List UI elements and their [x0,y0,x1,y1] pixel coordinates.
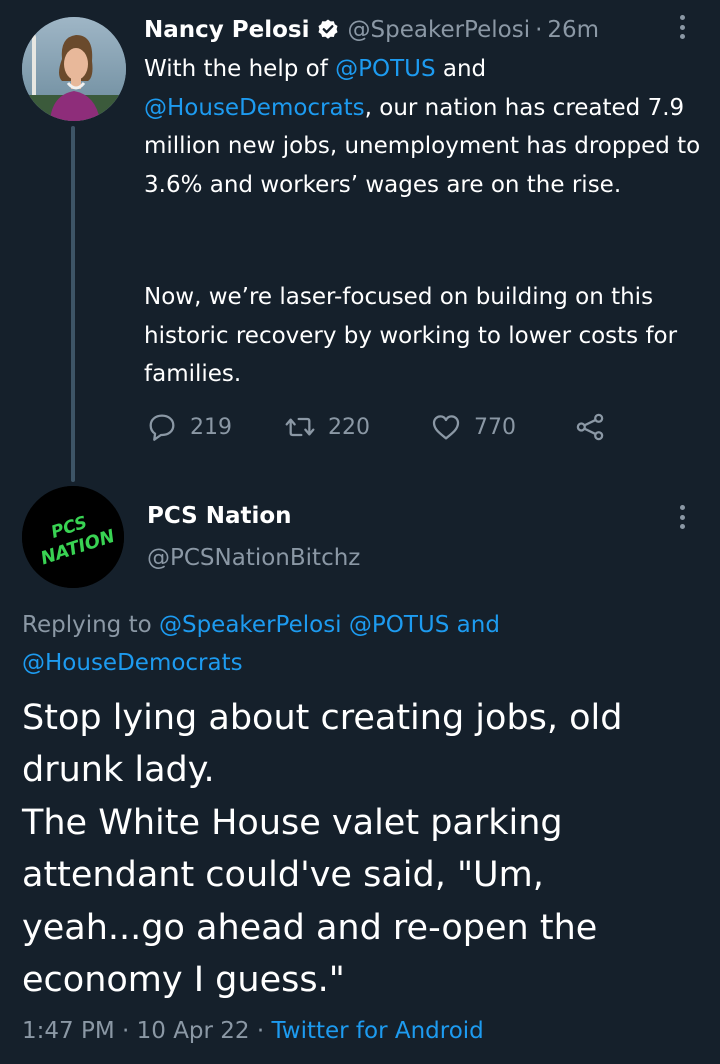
mention-link-speakerpelosi[interactable]: @SpeakerPelosi [159,612,342,638]
tweet-actions-bar: 219 220 770 [146,408,616,446]
replying-to-and: and [449,612,500,638]
thread-connector-line [71,126,75,482]
tweet-timestamp[interactable]: 26m [547,17,599,43]
reply-text-line: Stop lying about creating jobs, old drun… [22,698,623,791]
author-name[interactable]: Nancy Pelosi [144,17,310,43]
reply-author-handle[interactable]: @PCSNationBitchz [147,541,360,575]
spacer-text [342,612,349,638]
comment-icon [149,414,175,441]
heart-icon [432,415,460,440]
replying-to-line: Replying to @SpeakerPelosi @POTUS and @H… [22,606,702,682]
retweet-count: 220 [328,414,370,440]
replying-to-label: Replying to [22,612,159,638]
like-button[interactable]: 770 [430,408,516,446]
reply-count: 219 [190,414,232,440]
share-icon [576,413,604,441]
reply-button[interactable]: 219 [146,408,232,446]
reply-tweet-text: Stop lying about creating jobs, old drun… [22,692,702,1006]
reply-author-avatar[interactable]: PCS NATION [22,486,124,588]
tweet-header: Nancy Pelosi @SpeakerPelosi · 26m [144,14,599,46]
tweet-date[interactable]: 10 Apr 22 [137,1018,250,1044]
avatar-logo-image: PCS NATION [22,486,124,588]
tweet-text: Now, we’re laser-focused on building on … [144,284,678,387]
mention-link-potus[interactable]: @POTUS [335,56,435,82]
tweet-time[interactable]: 1:47 PM [22,1018,115,1044]
retweet-icon [285,417,315,437]
avatar-image [22,17,126,121]
share-button[interactable] [574,408,606,446]
tweet-source-link[interactable]: Twitter for Android [272,1018,484,1044]
separator-dot: · [114,1018,137,1044]
tweet-text: and [435,56,487,82]
mention-link-housedemocrats[interactable]: @HouseDemocrats [144,95,365,121]
more-vertical-icon[interactable] [679,15,685,39]
tweet-text-paragraph: With the help of @POTUS and @HouseDemocr… [144,50,704,204]
reply-text-line: The White House valet parking attendant … [22,802,598,1001]
like-count: 770 [474,414,516,440]
separator-dot: · [249,1018,272,1044]
tweet-text-paragraph: Now, we’re laser-focused on building on … [144,278,704,394]
mention-link-housedemocrats[interactable]: @HouseDemocrats [22,650,243,676]
separator-dot: · [535,17,543,43]
more-vertical-icon[interactable] [679,505,685,529]
verified-badge-icon [318,19,337,39]
mention-link-potus[interactable]: @POTUS [349,612,449,638]
tweet-text: With the help of [144,56,336,82]
tweet-metadata: 1:47 PM · 10 Apr 22 · Twitter for Androi… [22,1014,484,1048]
author-handle[interactable]: @SpeakerPelosi [348,17,531,43]
retweet-button[interactable]: 220 [284,408,370,446]
reply-author-name[interactable]: PCS Nation [147,500,292,532]
author-avatar[interactable] [22,17,126,121]
